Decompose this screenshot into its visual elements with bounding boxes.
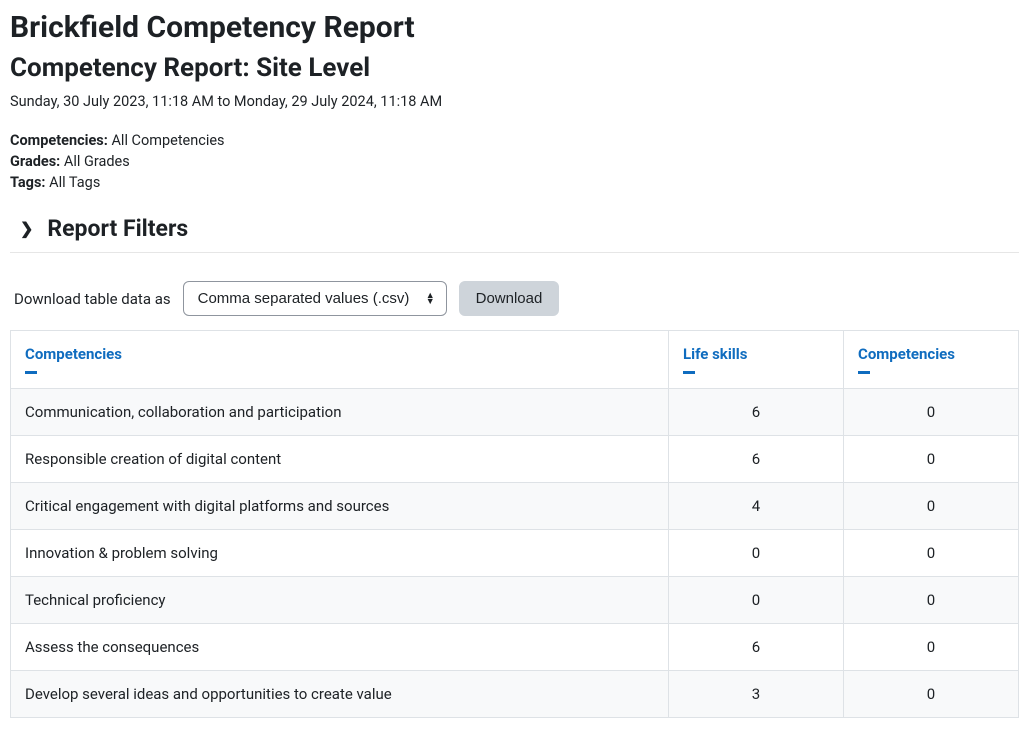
page-title: Brickfield Competency Report [10,10,1019,45]
meta-tags: Tags: All Tags [10,174,1019,191]
divider [10,252,1019,253]
report-subtitle: Competency Report: Site Level [10,53,1019,83]
cell-name: Innovation & problem solving [11,530,669,577]
cell-name: Communication, collaboration and partici… [11,389,669,436]
chevron-right-icon: ❯ [20,219,33,238]
col-header-life-skills-label: Life skills [683,345,747,363]
col-header-competencies-2[interactable]: Competencies [844,331,1019,389]
table-row: Communication, collaboration and partici… [11,389,1019,436]
meta-tags-value: All Tags [49,174,100,191]
table-row: Assess the consequences 6 0 [11,624,1019,671]
meta-grades-value: All Grades [64,153,130,170]
cell-name: Responsible creation of digital content [11,436,669,483]
meta-competencies-value: All Competencies [111,132,224,149]
table-row: Technical proficiency 0 0 [11,577,1019,624]
cell-life-skills: 4 [669,483,844,530]
report-filters-toggle[interactable]: ❯ Report Filters [10,215,1019,242]
cell-competencies: 0 [844,624,1019,671]
cell-competencies: 0 [844,436,1019,483]
download-format-select[interactable]: Comma separated values (.csv) [183,281,447,316]
cell-competencies: 0 [844,530,1019,577]
col-header-competencies-2-label: Competencies [858,345,955,363]
meta-tags-label: Tags: [10,174,46,191]
cell-life-skills: 6 [669,436,844,483]
cell-life-skills: 0 [669,577,844,624]
table-body: Communication, collaboration and partici… [11,389,1019,718]
meta-grades-label: Grades: [10,153,60,170]
cell-name: Assess the consequences [11,624,669,671]
meta-grades: Grades: All Grades [10,153,1019,170]
cell-life-skills: 3 [669,671,844,718]
sort-indicator-icon [25,371,37,374]
download-row: Download table data as Comma separated v… [10,281,1019,316]
col-header-life-skills[interactable]: Life skills [669,331,844,389]
competency-table: Competencies Life skills Competencies Co… [10,330,1019,718]
table-row: Innovation & problem solving 0 0 [11,530,1019,577]
cell-name: Critical engagement with digital platfor… [11,483,669,530]
table-row: Responsible creation of digital content … [11,436,1019,483]
cell-life-skills: 6 [669,389,844,436]
cell-life-skills: 6 [669,624,844,671]
meta-competencies: Competencies: All Competencies [10,132,1019,149]
report-filters-heading: Report Filters [47,215,188,242]
meta-competencies-label: Competencies: [10,132,108,149]
cell-competencies: 0 [844,483,1019,530]
download-button[interactable]: Download [459,281,560,316]
cell-name: Technical proficiency [11,577,669,624]
cell-competencies: 0 [844,389,1019,436]
table-row: Critical engagement with digital platfor… [11,483,1019,530]
sort-indicator-icon [683,371,695,374]
cell-life-skills: 0 [669,530,844,577]
download-label: Download table data as [14,290,171,308]
cell-name: Develop several ideas and opportunities … [11,671,669,718]
cell-competencies: 0 [844,671,1019,718]
date-range: Sunday, 30 July 2023, 11:18 AM to Monday… [10,93,1019,110]
col-header-competencies-label: Competencies [25,345,122,363]
col-header-competencies[interactable]: Competencies [11,331,669,389]
table-row: Develop several ideas and opportunities … [11,671,1019,718]
sort-indicator-icon [858,371,870,374]
cell-competencies: 0 [844,577,1019,624]
